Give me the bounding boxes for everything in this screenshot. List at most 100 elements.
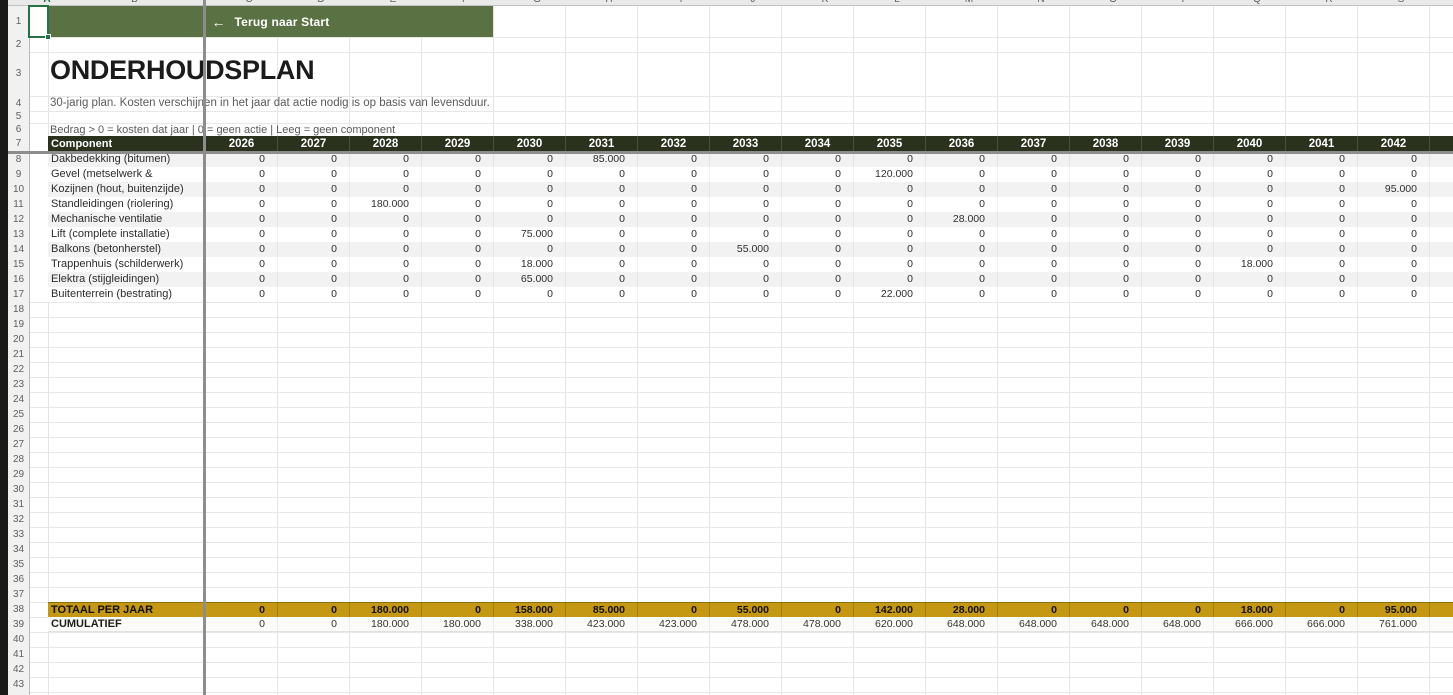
cell-2042[interactable]: 0 [1357, 212, 1429, 227]
year-header-2036[interactable]: 2036 [925, 136, 997, 152]
cell-2030[interactable]: 65.000 [493, 272, 565, 287]
cell-partial-year[interactable] [1429, 242, 1453, 257]
cell-2036[interactable]: 0 [925, 257, 997, 272]
cell-2037[interactable]: 0 [997, 152, 1069, 167]
column-letter-R[interactable]: R [1325, 0, 1332, 5]
cumulative-cell-2027[interactable]: 0 [277, 617, 349, 631]
total-cell-2035[interactable]: 142.000 [853, 603, 925, 617]
cell-2041[interactable]: 0 [1285, 152, 1357, 167]
cell-2042[interactable]: 0 [1357, 167, 1429, 182]
year-header-2032[interactable]: 2032 [637, 136, 709, 152]
cell-2039[interactable]: 0 [1141, 287, 1213, 302]
selected-cell-a1[interactable] [28, 5, 51, 40]
cell-2027[interactable]: 0 [277, 287, 349, 302]
cell-2039[interactable]: 0 [1141, 182, 1213, 197]
row-number-28[interactable]: 28 [8, 452, 29, 467]
cell-2029[interactable]: 0 [421, 272, 493, 287]
row-number-8[interactable]: 8 [8, 152, 29, 167]
cell-2035[interactable]: 0 [853, 197, 925, 212]
cell-2026[interactable]: 0 [205, 152, 277, 167]
total-cell-partial-year[interactable] [1429, 603, 1453, 617]
cell-2038[interactable]: 0 [1069, 272, 1141, 287]
row-number-4[interactable]: 4 [8, 96, 29, 111]
year-header-2039[interactable]: 2039 [1141, 136, 1213, 152]
cell-2037[interactable]: 0 [997, 272, 1069, 287]
cell-2027[interactable]: 0 [277, 182, 349, 197]
cell-2036[interactable]: 0 [925, 167, 997, 182]
component-label[interactable]: Elektra (stijgleidingen) [51, 272, 204, 287]
year-header-2033[interactable]: 2033 [709, 136, 781, 152]
total-cell-2027[interactable]: 0 [277, 603, 349, 617]
cell-2038[interactable]: 0 [1069, 152, 1141, 167]
cell-2036[interactable]: 28.000 [925, 212, 997, 227]
cell-2035[interactable]: 0 [853, 257, 925, 272]
row-number-13[interactable]: 13 [8, 227, 29, 242]
year-header-2028[interactable]: 2028 [349, 136, 421, 152]
total-cell-2042[interactable]: 95.000 [1357, 603, 1429, 617]
row-number-14[interactable]: 14 [8, 242, 29, 257]
cell-2040[interactable]: 0 [1213, 152, 1285, 167]
row-number-5[interactable]: 5 [8, 111, 29, 123]
cell-2032[interactable]: 0 [637, 197, 709, 212]
row-number-19[interactable]: 19 [8, 317, 29, 332]
total-cell-2039[interactable]: 0 [1141, 603, 1213, 617]
component-label[interactable]: Dakbedekking (bitumen) [51, 152, 204, 167]
row-number-27[interactable]: 27 [8, 437, 29, 452]
total-cell-2033[interactable]: 55.000 [709, 603, 781, 617]
column-letter-O[interactable]: O [1109, 0, 1117, 5]
cell-2029[interactable]: 0 [421, 167, 493, 182]
cumulative-cell-2032[interactable]: 423.000 [637, 617, 709, 631]
cell-2031[interactable]: 85.000 [565, 152, 637, 167]
cell-2036[interactable]: 0 [925, 242, 997, 257]
row-number-25[interactable]: 25 [8, 407, 29, 422]
cell-2039[interactable]: 0 [1141, 272, 1213, 287]
cell-2030[interactable]: 0 [493, 182, 565, 197]
cell-2042[interactable]: 0 [1357, 227, 1429, 242]
cell-2028[interactable]: 0 [349, 212, 421, 227]
column-letter-K[interactable]: K [822, 0, 829, 5]
cell-2030[interactable]: 0 [493, 167, 565, 182]
cell-2032[interactable]: 0 [637, 287, 709, 302]
cell-partial-year[interactable] [1429, 227, 1453, 242]
row-number-17[interactable]: 17 [8, 287, 29, 302]
total-cell-2029[interactable]: 0 [421, 603, 493, 617]
column-letter-N[interactable]: N [1037, 0, 1044, 5]
year-header-2026[interactable]: 2026 [205, 136, 277, 152]
freeze-pane-divider-vertical[interactable] [203, 0, 206, 695]
cell-2038[interactable]: 0 [1069, 197, 1141, 212]
row-number-23[interactable]: 23 [8, 377, 29, 392]
cell-partial-year[interactable] [1429, 167, 1453, 182]
cell-2033[interactable]: 0 [709, 272, 781, 287]
cell-2030[interactable]: 18.000 [493, 257, 565, 272]
cumulative-row-label[interactable]: CUMULATIEF [51, 617, 204, 631]
cell-2031[interactable]: 0 [565, 242, 637, 257]
cell-2033[interactable]: 55.000 [709, 242, 781, 257]
cell-2034[interactable]: 0 [781, 212, 853, 227]
row-number-36[interactable]: 36 [8, 572, 29, 587]
cell-2033[interactable]: 0 [709, 182, 781, 197]
year-header-2034[interactable]: 2034 [781, 136, 853, 152]
year-header-2043[interactable]: 2043 [1429, 136, 1453, 152]
cell-2032[interactable]: 0 [637, 257, 709, 272]
cell-2028[interactable]: 0 [349, 167, 421, 182]
cumulative-cell-2031[interactable]: 423.000 [565, 617, 637, 631]
cell-2026[interactable]: 0 [205, 167, 277, 182]
cell-2033[interactable]: 0 [709, 152, 781, 167]
cell-2038[interactable]: 0 [1069, 182, 1141, 197]
cell-2029[interactable]: 0 [421, 242, 493, 257]
cumulative-cell-2037[interactable]: 648.000 [997, 617, 1069, 631]
cell-2041[interactable]: 0 [1285, 197, 1357, 212]
cell-2028[interactable]: 0 [349, 287, 421, 302]
year-header-2042[interactable]: 2042 [1357, 136, 1429, 152]
cell-2030[interactable]: 75.000 [493, 227, 565, 242]
cell-2028[interactable]: 0 [349, 272, 421, 287]
total-cell-2036[interactable]: 28.000 [925, 603, 997, 617]
cell-partial-year[interactable] [1429, 287, 1453, 302]
cell-2028[interactable]: 0 [349, 152, 421, 167]
year-header-2035[interactable]: 2035 [853, 136, 925, 152]
cumulative-cell-2041[interactable]: 666.000 [1285, 617, 1357, 631]
cell-2028[interactable]: 0 [349, 242, 421, 257]
row-number-26[interactable]: 26 [8, 422, 29, 437]
cell-partial-year[interactable] [1429, 182, 1453, 197]
cumulative-cell-2035[interactable]: 620.000 [853, 617, 925, 631]
